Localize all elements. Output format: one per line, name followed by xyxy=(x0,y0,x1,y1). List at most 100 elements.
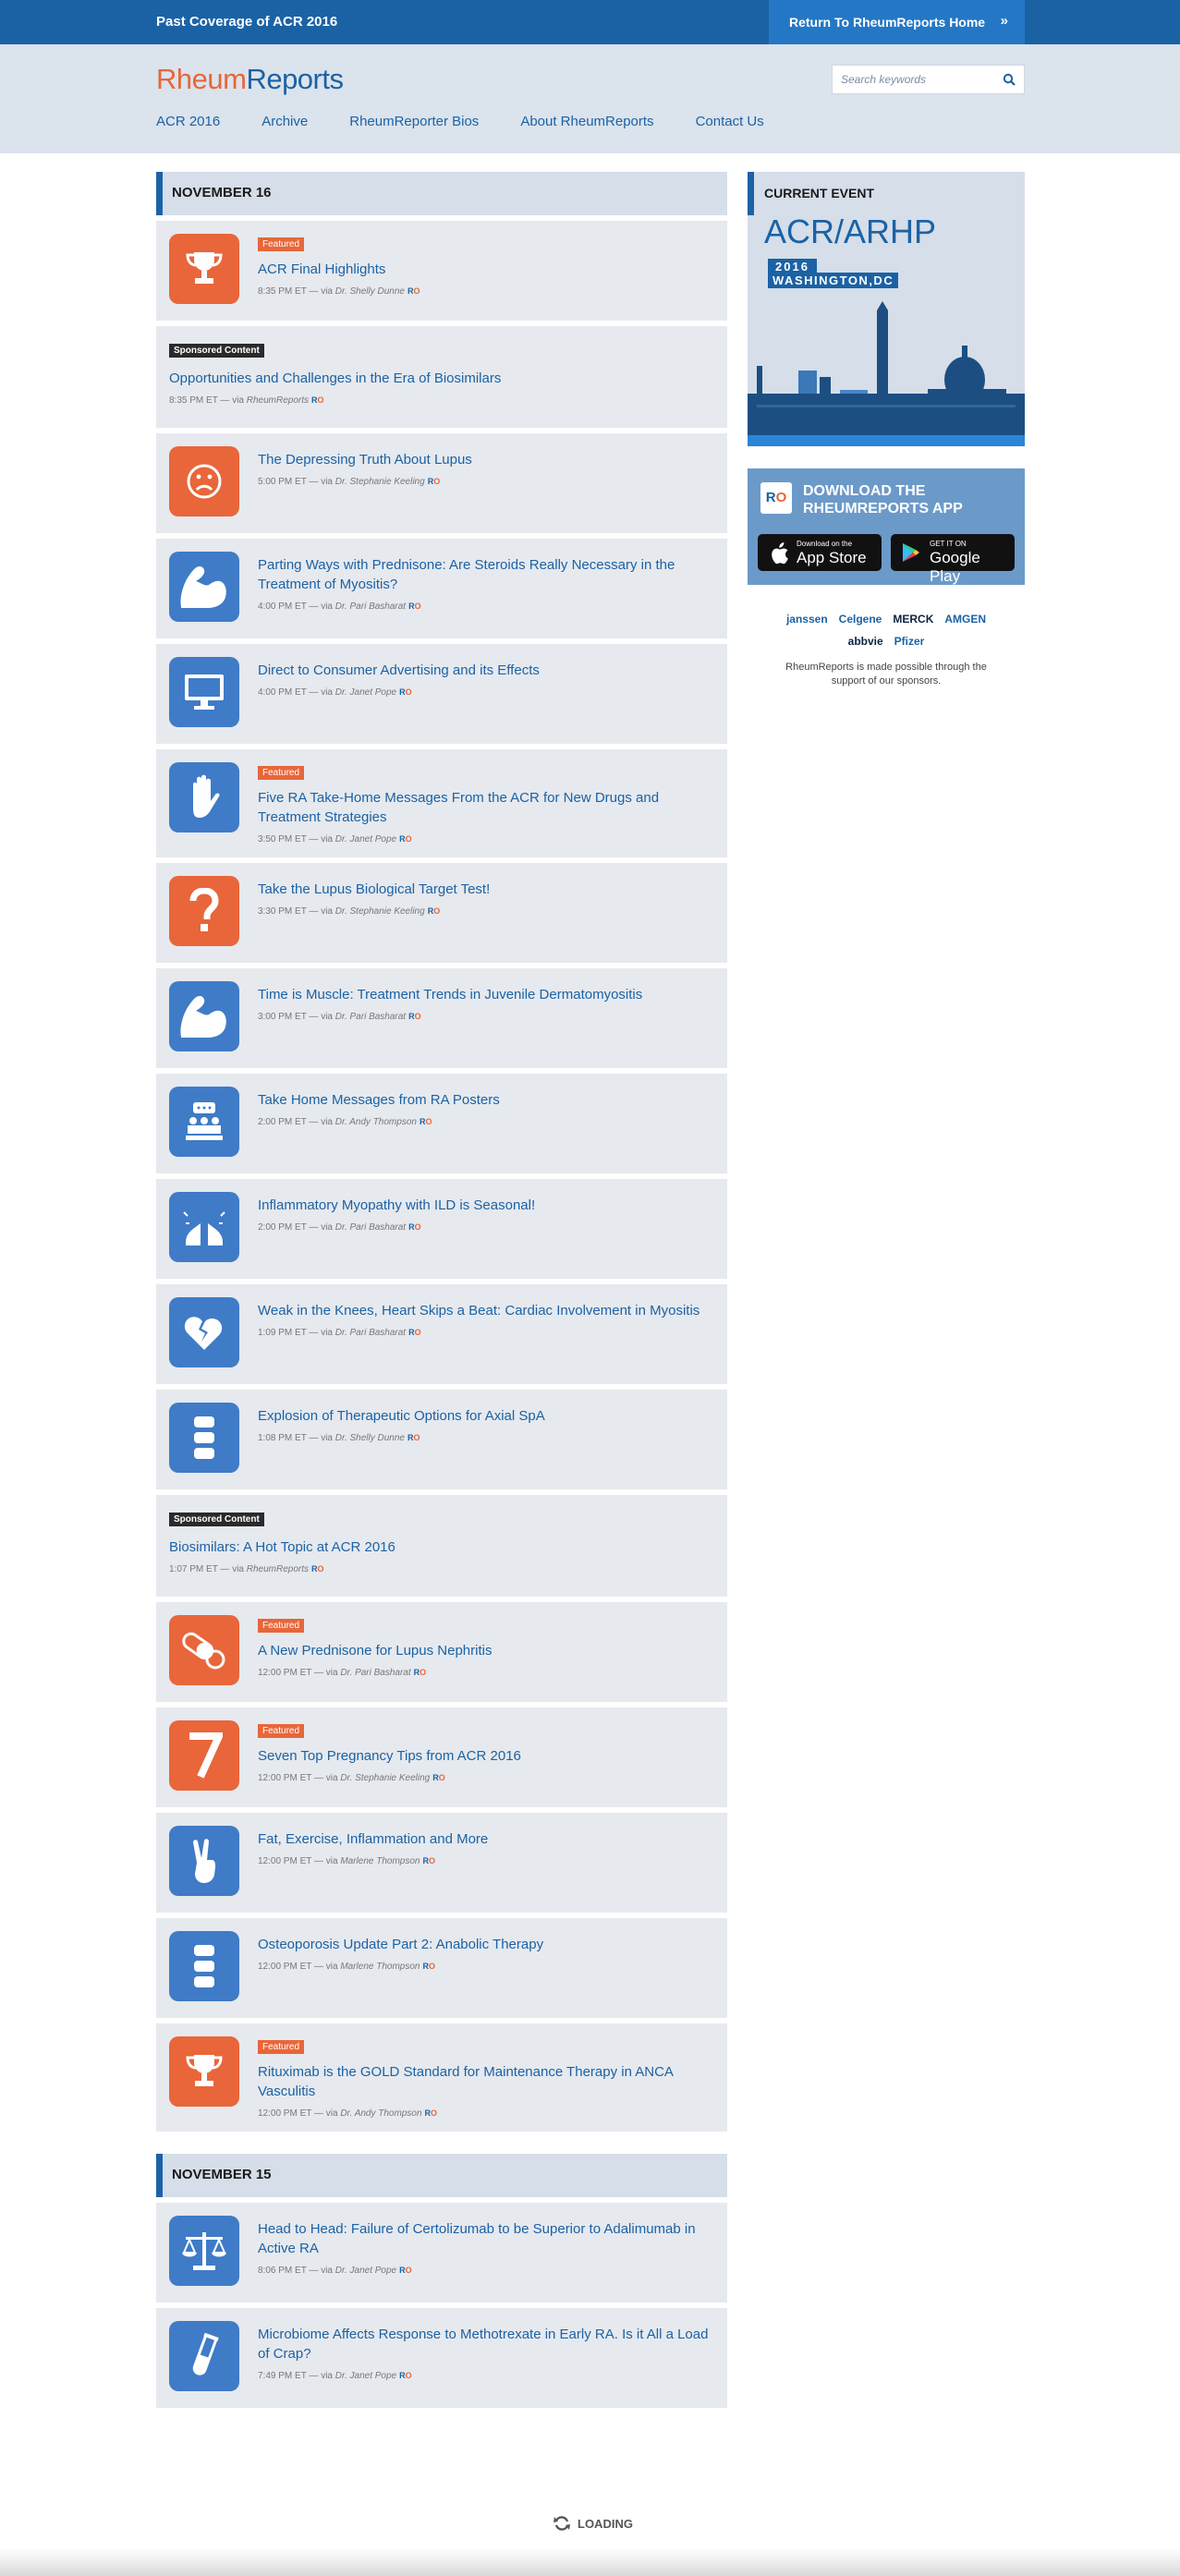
post-author[interactable]: Dr. Pari Basharat xyxy=(335,1328,406,1338)
post-title-link[interactable]: Parting Ways with Prednisone: Are Steroi… xyxy=(258,555,712,594)
post-title-link[interactable]: Head to Head: Failure of Certolizumab to… xyxy=(258,2219,712,2258)
post-author[interactable]: Dr. Shelly Dunne xyxy=(335,286,405,297)
post-author[interactable]: Dr. Janet Pope xyxy=(335,834,396,844)
post-author[interactable]: Dr. Shelly Dunne xyxy=(335,1433,405,1443)
post-title-link[interactable]: Explosion of Therapeutic Options for Axi… xyxy=(258,1406,712,1426)
scales-icon[interactable] xyxy=(169,2216,239,2286)
post-author[interactable]: Dr. Pari Basharat xyxy=(335,1222,406,1233)
post-author[interactable]: Dr. Pari Basharat xyxy=(335,601,406,612)
post-card[interactable]: Inflammatory Myopathy with ILD is Season… xyxy=(156,1179,727,1279)
sad-face-icon[interactable] xyxy=(169,446,239,516)
sponsor-logo-amgen[interactable]: AMGEN xyxy=(944,613,986,626)
post-title-link[interactable]: Rituximab is the GOLD Standard for Maint… xyxy=(258,2062,712,2101)
post-author[interactable]: Marlene Thompson xyxy=(340,1856,420,1866)
current-event-panel[interactable]: CURRENT EVENT ACR/ARHP 2016 WASHINGTON,D… xyxy=(748,172,1025,446)
post-title-link[interactable]: Take the Lupus Biological Target Test! xyxy=(258,880,712,899)
trophy-icon[interactable] xyxy=(169,2036,239,2107)
nav-item-contact-us[interactable]: Contact Us xyxy=(696,114,764,129)
hand-icon[interactable] xyxy=(169,762,239,832)
return-home-button[interactable]: Return To RheumReports Home » xyxy=(769,0,1025,44)
post-title-link[interactable]: Take Home Messages from RA Posters xyxy=(258,1090,712,1110)
post-author[interactable]: RheumReports xyxy=(247,395,309,406)
sponsored-post-card[interactable]: Sponsored Content Opportunities and Chall… xyxy=(156,326,727,428)
search-icon[interactable] xyxy=(1003,73,1016,86)
post-author[interactable]: Dr. Janet Pope xyxy=(335,2266,396,2276)
post-card[interactable]: Weak in the Knees, Heart Skips a Beat: C… xyxy=(156,1284,727,1384)
spine-icon[interactable] xyxy=(169,1403,239,1473)
post-author[interactable]: Dr. Pari Basharat xyxy=(340,1668,410,1678)
audience-icon[interactable] xyxy=(169,1087,239,1157)
muscle-arm-icon[interactable] xyxy=(169,981,239,1051)
test-tube-icon[interactable] xyxy=(169,2321,239,2391)
post-card[interactable]: The Depressing Truth About Lupus 5:00 PM … xyxy=(156,433,727,533)
trophy-icon[interactable] xyxy=(169,234,239,304)
site-logo[interactable]: RheumReports xyxy=(156,63,344,96)
google-play-button[interactable]: GET IT ON Google Play xyxy=(891,534,1015,585)
post-title-link[interactable]: Time is Muscle: Treatment Trends in Juve… xyxy=(258,985,712,1004)
post-card[interactable]: Fat, Exercise, Inflammation and More 12:0… xyxy=(156,1813,727,1913)
post-card[interactable]: Head to Head: Failure of Certolizumab to… xyxy=(156,2203,727,2303)
nav-item-archive[interactable]: Archive xyxy=(262,114,308,129)
post-card[interactable]: Osteoporosis Update Part 2: Anabolic The… xyxy=(156,1918,727,2018)
post-card[interactable]: Direct to Consumer Advertising and its E… xyxy=(156,644,727,744)
nav-item-acr-2016[interactable]: ACR 2016 xyxy=(156,114,220,129)
post-card[interactable]: Featured Rituximab is the GOLD Standard f… xyxy=(156,2023,727,2132)
sponsored-post-card[interactable]: Sponsored Content Biosimilars: A Hot Topi… xyxy=(156,1495,727,1597)
sponsor-logo-merck[interactable]: MERCK xyxy=(893,613,933,626)
post-title-link[interactable]: Microbiome Affects Response to Methotrex… xyxy=(258,2325,712,2363)
post-title-link[interactable]: Inflammatory Myopathy with ILD is Season… xyxy=(258,1196,712,1215)
peace-hand-icon[interactable] xyxy=(169,1826,239,1896)
post-title-link[interactable]: Seven Top Pregnancy Tips from ACR 2016 xyxy=(258,1746,712,1766)
sponsor-logo-pfizer[interactable]: Pfizer xyxy=(894,635,925,648)
post-author[interactable]: Dr. Andy Thompson xyxy=(335,1117,417,1127)
sponsor-logo-celgene[interactable]: Celgene xyxy=(839,613,882,626)
muscle-arm-icon[interactable] xyxy=(169,552,239,622)
post-author[interactable]: Marlene Thompson xyxy=(340,1962,420,1972)
download-app-panel[interactable]: RO DOWNLOAD THE RHEUMREPORTS APP Downloa… xyxy=(748,468,1025,585)
return-home-label: Return To RheumReports Home xyxy=(789,15,986,30)
post-author[interactable]: Dr. Pari Basharat xyxy=(335,1012,406,1022)
number-seven-icon[interactable] xyxy=(169,1720,239,1791)
broken-heart-icon[interactable] xyxy=(169,1297,239,1367)
post-card[interactable]: Featured ACR Final Highlights 8:35 PM ET —… xyxy=(156,221,727,321)
post-card[interactable]: Take Home Messages from RA Posters 2:00 P… xyxy=(156,1074,727,1173)
app-store-small-label: Download on the xyxy=(797,540,853,548)
post-card[interactable]: Featured Five RA Take-Home Messages From … xyxy=(156,749,727,857)
post-title-link[interactable]: Direct to Consumer Advertising and its E… xyxy=(258,661,712,680)
nav-item-about-rheumreports[interactable]: About RheumReports xyxy=(520,114,653,129)
app-store-button[interactable]: Download on the App Store xyxy=(758,534,882,571)
post-author[interactable]: Dr. Stephanie Keeling xyxy=(340,1773,430,1783)
pill-icon[interactable] xyxy=(169,1615,239,1685)
post-author[interactable]: Dr. Janet Pope xyxy=(335,2371,396,2381)
post-card[interactable]: Featured A New Prednisone for Lupus Nephr… xyxy=(156,1602,727,1702)
search-input[interactable] xyxy=(833,66,990,93)
post-title-link[interactable]: Fat, Exercise, Inflammation and More xyxy=(258,1829,712,1849)
post-author[interactable]: Dr. Stephanie Keeling xyxy=(335,906,425,917)
post-card[interactable]: Microbiome Affects Response to Methotrex… xyxy=(156,2308,727,2408)
sponsor-logo-abbvie[interactable]: abbvie xyxy=(848,635,883,648)
post-title-link[interactable]: Weak in the Knees, Heart Skips a Beat: C… xyxy=(258,1301,712,1320)
post-title-link[interactable]: ACR Final Highlights xyxy=(258,260,712,279)
spine-icon[interactable] xyxy=(169,1931,239,2001)
question-mark-icon[interactable] xyxy=(169,876,239,946)
post-author[interactable]: Dr. Andy Thompson xyxy=(340,2108,421,2119)
post-card[interactable]: Take the Lupus Biological Target Test! 3:… xyxy=(156,863,727,963)
post-author[interactable]: Dr. Janet Pope xyxy=(335,687,396,698)
nav-item-rheumreporter-bios[interactable]: RheumReporter Bios xyxy=(349,114,479,129)
post-title-link[interactable]: Opportunities and Challenges in the Era … xyxy=(169,369,712,388)
lungs-icon[interactable] xyxy=(169,1192,239,1262)
monitor-icon[interactable] xyxy=(169,657,239,727)
post-title-link[interactable]: Osteoporosis Update Part 2: Anabolic The… xyxy=(258,1935,712,1954)
sponsor-logo-janssen[interactable]: janssen xyxy=(786,613,828,626)
post-title-link[interactable]: A New Prednisone for Lupus Nephritis xyxy=(258,1641,712,1660)
post-card[interactable]: Time is Muscle: Treatment Trends in Juve… xyxy=(156,968,727,1068)
post-author[interactable]: Dr. Stephanie Keeling xyxy=(335,477,425,487)
post-title-link[interactable]: The Depressing Truth About Lupus xyxy=(258,450,712,469)
post-author[interactable]: RheumReports xyxy=(247,1564,309,1574)
post-card[interactable]: Parting Ways with Prednisone: Are Steroi… xyxy=(156,539,727,638)
past-coverage-link[interactable]: Past Coverage of ACR 2016 xyxy=(156,14,337,30)
post-card[interactable]: Explosion of Therapeutic Options for Axi… xyxy=(156,1390,727,1489)
post-title-link[interactable]: Five RA Take-Home Messages From the ACR … xyxy=(258,788,712,827)
post-title-link[interactable]: Biosimilars: A Hot Topic at ACR 2016 xyxy=(169,1537,712,1557)
post-card[interactable]: Featured Seven Top Pregnancy Tips from AC… xyxy=(156,1707,727,1807)
